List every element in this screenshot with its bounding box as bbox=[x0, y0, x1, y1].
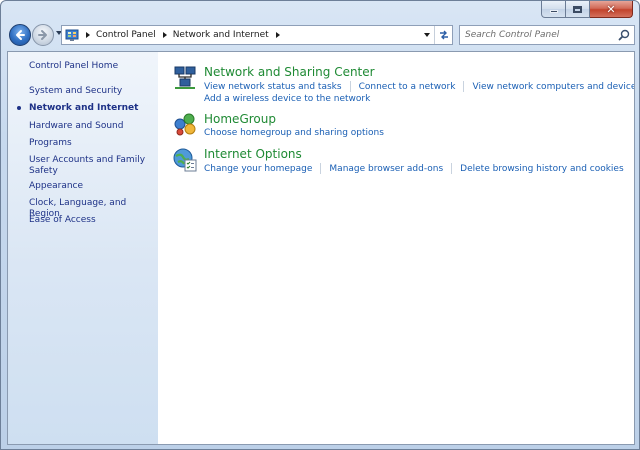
sidebar-item-user-accounts[interactable]: User Accounts and Family Safety bbox=[29, 155, 149, 177]
task-divider bbox=[463, 81, 465, 92]
homegroup-icon[interactable] bbox=[172, 112, 198, 138]
maximize-icon bbox=[573, 5, 582, 13]
control-panel-window: ✕ Control Panel Network and Internet Sea… bbox=[0, 0, 640, 450]
refresh-icon bbox=[439, 30, 448, 40]
task-manage-browser-add-ons[interactable]: Manage browser add-ons bbox=[329, 164, 443, 174]
breadcrumb-network-and-internet[interactable]: Network and Internet bbox=[173, 30, 269, 40]
current-item-bullet-icon bbox=[17, 106, 21, 110]
internet-options-title[interactable]: Internet Options bbox=[204, 147, 302, 161]
task-divider bbox=[451, 163, 453, 174]
sidebar-item-control-panel-home[interactable]: Control Panel Home bbox=[29, 61, 149, 72]
breadcrumb-separator-icon[interactable] bbox=[162, 32, 167, 38]
sidebar-item-ease-of-access[interactable]: Ease of Access bbox=[29, 215, 149, 226]
forward-arrow-icon bbox=[38, 30, 47, 40]
network-sharing-center-title[interactable]: Network and Sharing Center bbox=[204, 65, 375, 79]
refresh-button[interactable] bbox=[434, 26, 452, 44]
forward-button[interactable] bbox=[32, 24, 54, 46]
category-content: Network and Sharing Center View network … bbox=[172, 52, 634, 444]
task-change-homepage[interactable]: Change your homepage bbox=[204, 164, 312, 174]
internet-options-tasks-row: Change your homepage Manage browser add-… bbox=[204, 163, 624, 174]
address-dropdown-icon[interactable] bbox=[424, 33, 430, 37]
network-tasks-row-1: View network status and tasks Connect to… bbox=[204, 81, 634, 92]
breadcrumb-separator-icon[interactable] bbox=[275, 32, 280, 38]
task-view-network-status[interactable]: View network status and tasks bbox=[204, 82, 342, 92]
task-divider bbox=[349, 81, 351, 92]
close-icon: ✕ bbox=[606, 2, 616, 16]
sidebar-item-system-and-security[interactable]: System and Security bbox=[29, 86, 149, 97]
homegroup-title[interactable]: HomeGroup bbox=[204, 112, 276, 126]
sidebar-item-network-and-internet: Network and Internet bbox=[29, 103, 139, 113]
control-panel-icon bbox=[65, 29, 79, 41]
network-tasks-row-2: Add a wireless device to the network bbox=[204, 94, 370, 104]
internet-options-icon[interactable] bbox=[172, 147, 198, 173]
minimize-icon bbox=[549, 10, 558, 13]
search-box bbox=[459, 25, 635, 45]
maximize-button[interactable] bbox=[566, 1, 590, 18]
sidebar-item-hardware-and-sound[interactable]: Hardware and Sound bbox=[29, 121, 149, 132]
address-bar[interactable]: Control Panel Network and Internet bbox=[61, 25, 453, 45]
navigation-bar: Control Panel Network and Internet bbox=[7, 23, 635, 47]
search-icon[interactable] bbox=[618, 29, 630, 41]
caption-buttons: ✕ bbox=[541, 1, 633, 18]
back-button[interactable] bbox=[9, 24, 31, 46]
breadcrumb-control-panel[interactable]: Control Panel bbox=[96, 30, 156, 40]
task-delete-browsing-history[interactable]: Delete browsing history and cookies bbox=[460, 164, 624, 174]
task-divider bbox=[320, 163, 322, 174]
task-add-wireless-device[interactable]: Add a wireless device to the network bbox=[204, 94, 370, 104]
sidebar-item-programs[interactable]: Programs bbox=[29, 138, 149, 149]
homegroup-tasks-row: Choose homegroup and sharing options bbox=[204, 128, 384, 138]
task-view-network-computers[interactable]: View network computers and devices bbox=[472, 82, 634, 92]
breadcrumb-separator-icon[interactable] bbox=[86, 32, 90, 38]
network-sharing-center-icon[interactable] bbox=[172, 65, 198, 91]
minimize-button[interactable] bbox=[541, 1, 566, 18]
client-area: Control Panel Home System and Security N… bbox=[7, 51, 635, 445]
sidebar-item-appearance[interactable]: Appearance bbox=[29, 181, 149, 192]
close-button[interactable]: ✕ bbox=[590, 1, 633, 18]
task-choose-homegroup-options[interactable]: Choose homegroup and sharing options bbox=[204, 128, 384, 138]
task-connect-to-network[interactable]: Connect to a network bbox=[359, 82, 456, 92]
search-input[interactable] bbox=[460, 26, 616, 44]
back-arrow-icon bbox=[16, 30, 25, 40]
sidebar: Control Panel Home System and Security N… bbox=[8, 52, 158, 444]
